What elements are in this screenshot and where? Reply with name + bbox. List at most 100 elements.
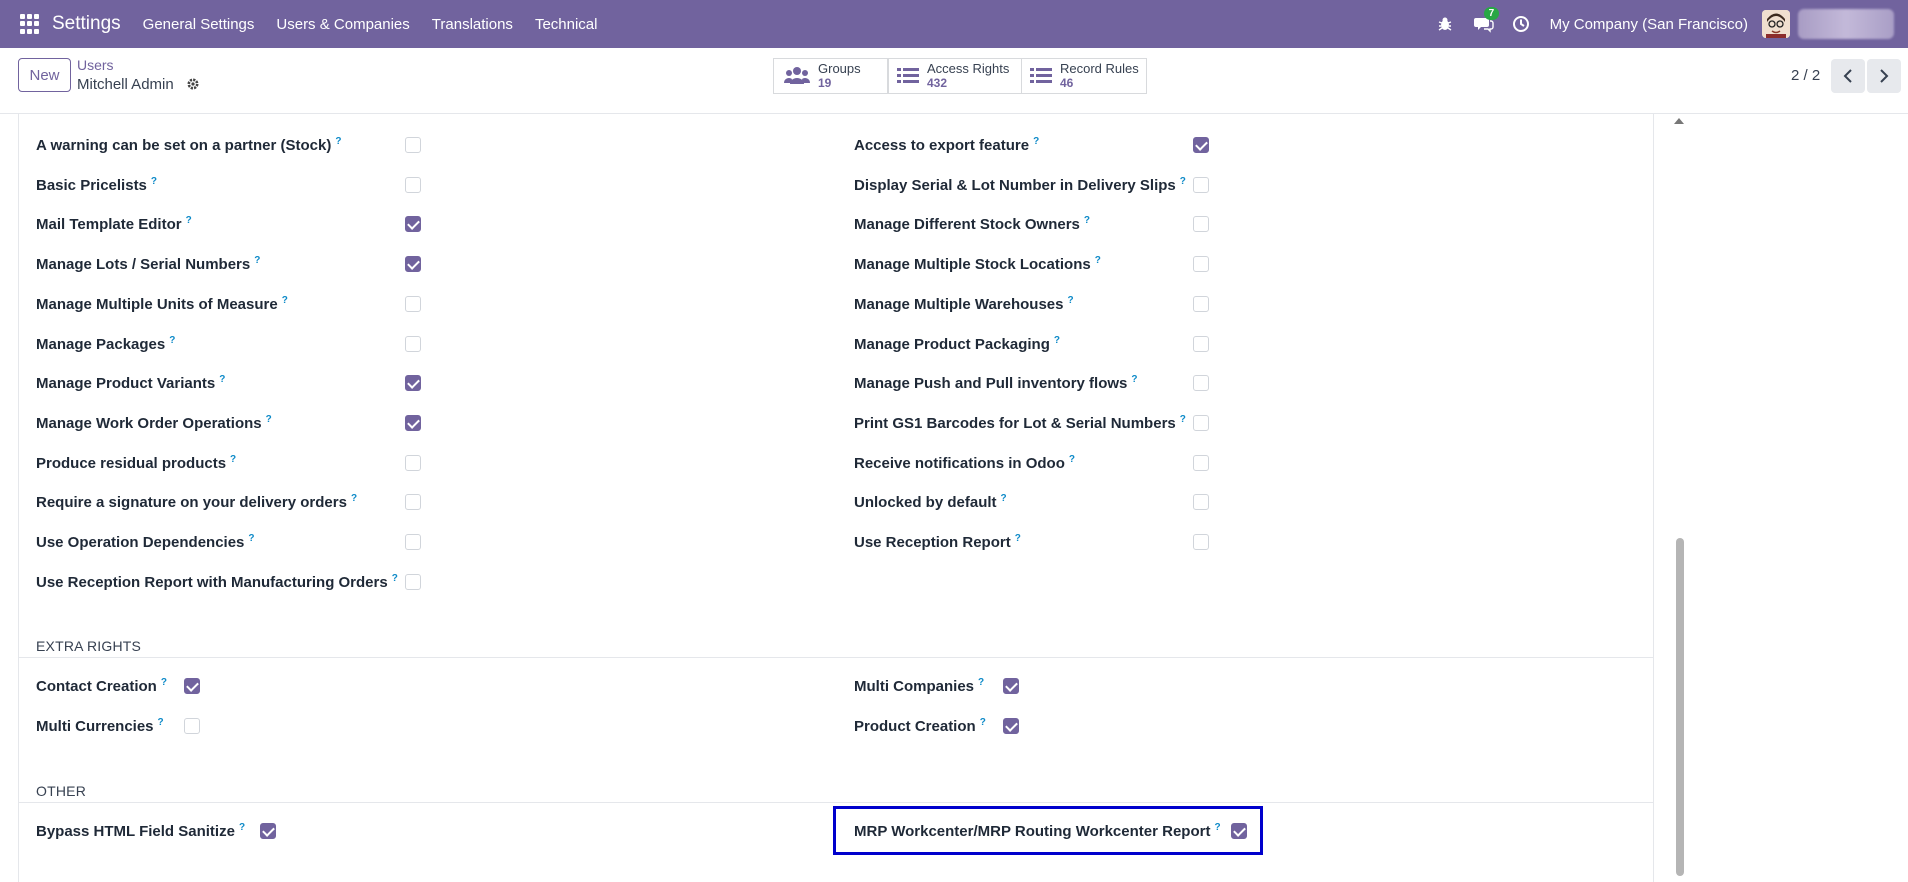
multi-currencies-checkbox[interactable] [184,718,200,734]
extra-rights-section-title: EXTRA RIGHTS [36,638,142,654]
setting-checkbox[interactable] [405,415,421,431]
chevron-right-icon [1880,69,1889,83]
bypass-html-sanitize-checkbox[interactable] [260,823,276,839]
setting-label: Produce residual products? [36,454,237,472]
setting-checkbox[interactable] [1193,336,1209,352]
setting-checkbox[interactable] [1193,415,1209,431]
setting-checkbox[interactable] [1193,177,1209,193]
help-tooltip-icon[interactable]: ? [1214,822,1220,833]
help-tooltip-icon[interactable]: ? [1131,374,1137,385]
help-tooltip-icon[interactable]: ? [239,822,245,833]
help-tooltip-icon[interactable]: ? [1069,454,1075,465]
pager-previous-button[interactable] [1831,59,1865,93]
app-name[interactable]: Settings [52,13,121,35]
setting-label: Use Reception Report with Manufacturing … [36,573,398,591]
setting-label: Require a signature on your delivery ord… [36,493,358,511]
setting-checkbox[interactable] [405,137,421,153]
setting-label: Manage Packages? [36,335,176,353]
record-actions-gear-icon[interactable] [186,77,200,91]
help-tooltip-icon[interactable]: ? [230,454,236,465]
company-switcher[interactable]: My Company (San Francisco) [1550,16,1748,33]
setting-checkbox[interactable] [405,296,421,312]
product-creation-checkbox[interactable] [1003,718,1019,734]
setting-checkbox[interactable] [1193,216,1209,232]
setting-checkbox[interactable] [405,336,421,352]
setting-label: Manage Multiple Units of Measure? [36,295,288,313]
help-tooltip-icon[interactable]: ? [254,255,260,266]
setting-label: Product Creation? [854,717,986,735]
setting-checkbox[interactable] [405,534,421,550]
setting-checkbox[interactable] [1193,296,1209,312]
help-tooltip-icon[interactable]: ? [1033,136,1039,147]
help-tooltip-icon[interactable]: ? [978,677,984,688]
debug-bug-icon[interactable] [1436,15,1454,33]
new-button[interactable]: New [18,58,71,92]
other-divider [18,802,1654,803]
activity-clock-icon[interactable] [1512,15,1530,33]
setting-checkbox[interactable] [405,455,421,471]
scrollbar-thumb[interactable] [1676,538,1684,876]
setting-checkbox[interactable] [405,177,421,193]
help-tooltip-icon[interactable]: ? [169,335,175,346]
help-tooltip-icon[interactable]: ? [980,717,986,728]
setting-label: Manage Multiple Stock Locations? [854,255,1101,273]
setting-checkbox[interactable] [1193,137,1209,153]
list-icon [1030,68,1052,83]
setting-checkbox[interactable] [1193,455,1209,471]
setting-checkbox[interactable] [405,494,421,510]
help-tooltip-icon[interactable]: ? [1095,255,1101,266]
help-tooltip-icon[interactable]: ? [1015,533,1021,544]
mrp-workcenter-report-checkbox[interactable] [1231,823,1247,839]
help-tooltip-icon[interactable]: ? [151,176,157,187]
setting-checkbox[interactable] [1193,375,1209,391]
pager-next-button[interactable] [1867,59,1901,93]
setting-checkbox[interactable] [405,375,421,391]
setting-label: MRP Workcenter/MRP Routing Workcenter Re… [854,822,1221,840]
help-tooltip-icon[interactable]: ? [186,215,192,226]
menu-translations[interactable]: Translations [432,16,513,33]
help-tooltip-icon[interactable]: ? [1067,295,1073,306]
help-tooltip-icon[interactable]: ? [219,374,225,385]
setting-label: Print GS1 Barcodes for Lot & Serial Numb… [854,414,1186,432]
setting-checkbox[interactable] [1193,256,1209,272]
scroll-up-arrow-icon[interactable] [1674,118,1684,124]
help-tooltip-icon[interactable]: ? [1001,493,1007,504]
setting-checkbox[interactable] [1193,494,1209,510]
top-navbar: Settings General Settings Users & Compan… [0,0,1908,48]
help-tooltip-icon[interactable]: ? [1180,414,1186,425]
setting-checkbox[interactable] [405,574,421,590]
user-avatar[interactable] [1762,10,1790,38]
setting-checkbox[interactable] [405,216,421,232]
help-tooltip-icon[interactable]: ? [248,533,254,544]
contact-creation-checkbox[interactable] [184,678,200,694]
help-tooltip-icon[interactable]: ? [1084,215,1090,226]
breadcrumb-users-link[interactable]: Users [77,57,114,73]
help-tooltip-icon[interactable]: ? [266,414,272,425]
record-rules-stat-button[interactable]: Record Rules 46 [1021,58,1147,94]
messaging-chat-icon[interactable]: 7 [1473,7,1500,33]
groups-stat-button[interactable]: Groups 19 [773,58,888,94]
setting-label: Multi Currencies? [36,717,164,735]
help-tooltip-icon[interactable]: ? [282,295,288,306]
help-tooltip-icon[interactable]: ? [158,717,164,728]
multi-companies-checkbox[interactable] [1003,678,1019,694]
user-name-blurred[interactable] [1798,9,1894,39]
setting-label: Manage Product Packaging? [854,335,1060,353]
groups-icon [784,67,810,84]
help-tooltip-icon[interactable]: ? [1180,176,1186,187]
apps-menu-icon[interactable] [20,14,40,34]
menu-technical[interactable]: Technical [535,16,598,33]
setting-label: Manage Lots / Serial Numbers? [36,255,261,273]
pager-value[interactable]: 2 / 2 [1791,67,1820,84]
help-tooltip-icon[interactable]: ? [1054,335,1060,346]
chat-count-badge: 7 [1483,7,1500,20]
menu-users-companies[interactable]: Users & Companies [276,16,409,33]
help-tooltip-icon[interactable]: ? [161,677,167,688]
help-tooltip-icon[interactable]: ? [392,573,398,584]
setting-checkbox[interactable] [405,256,421,272]
access-rights-stat-button[interactable]: Access Rights 432 [888,58,1022,94]
menu-general-settings[interactable]: General Settings [143,16,255,33]
help-tooltip-icon[interactable]: ? [351,493,357,504]
setting-checkbox[interactable] [1193,534,1209,550]
help-tooltip-icon[interactable]: ? [335,136,341,147]
